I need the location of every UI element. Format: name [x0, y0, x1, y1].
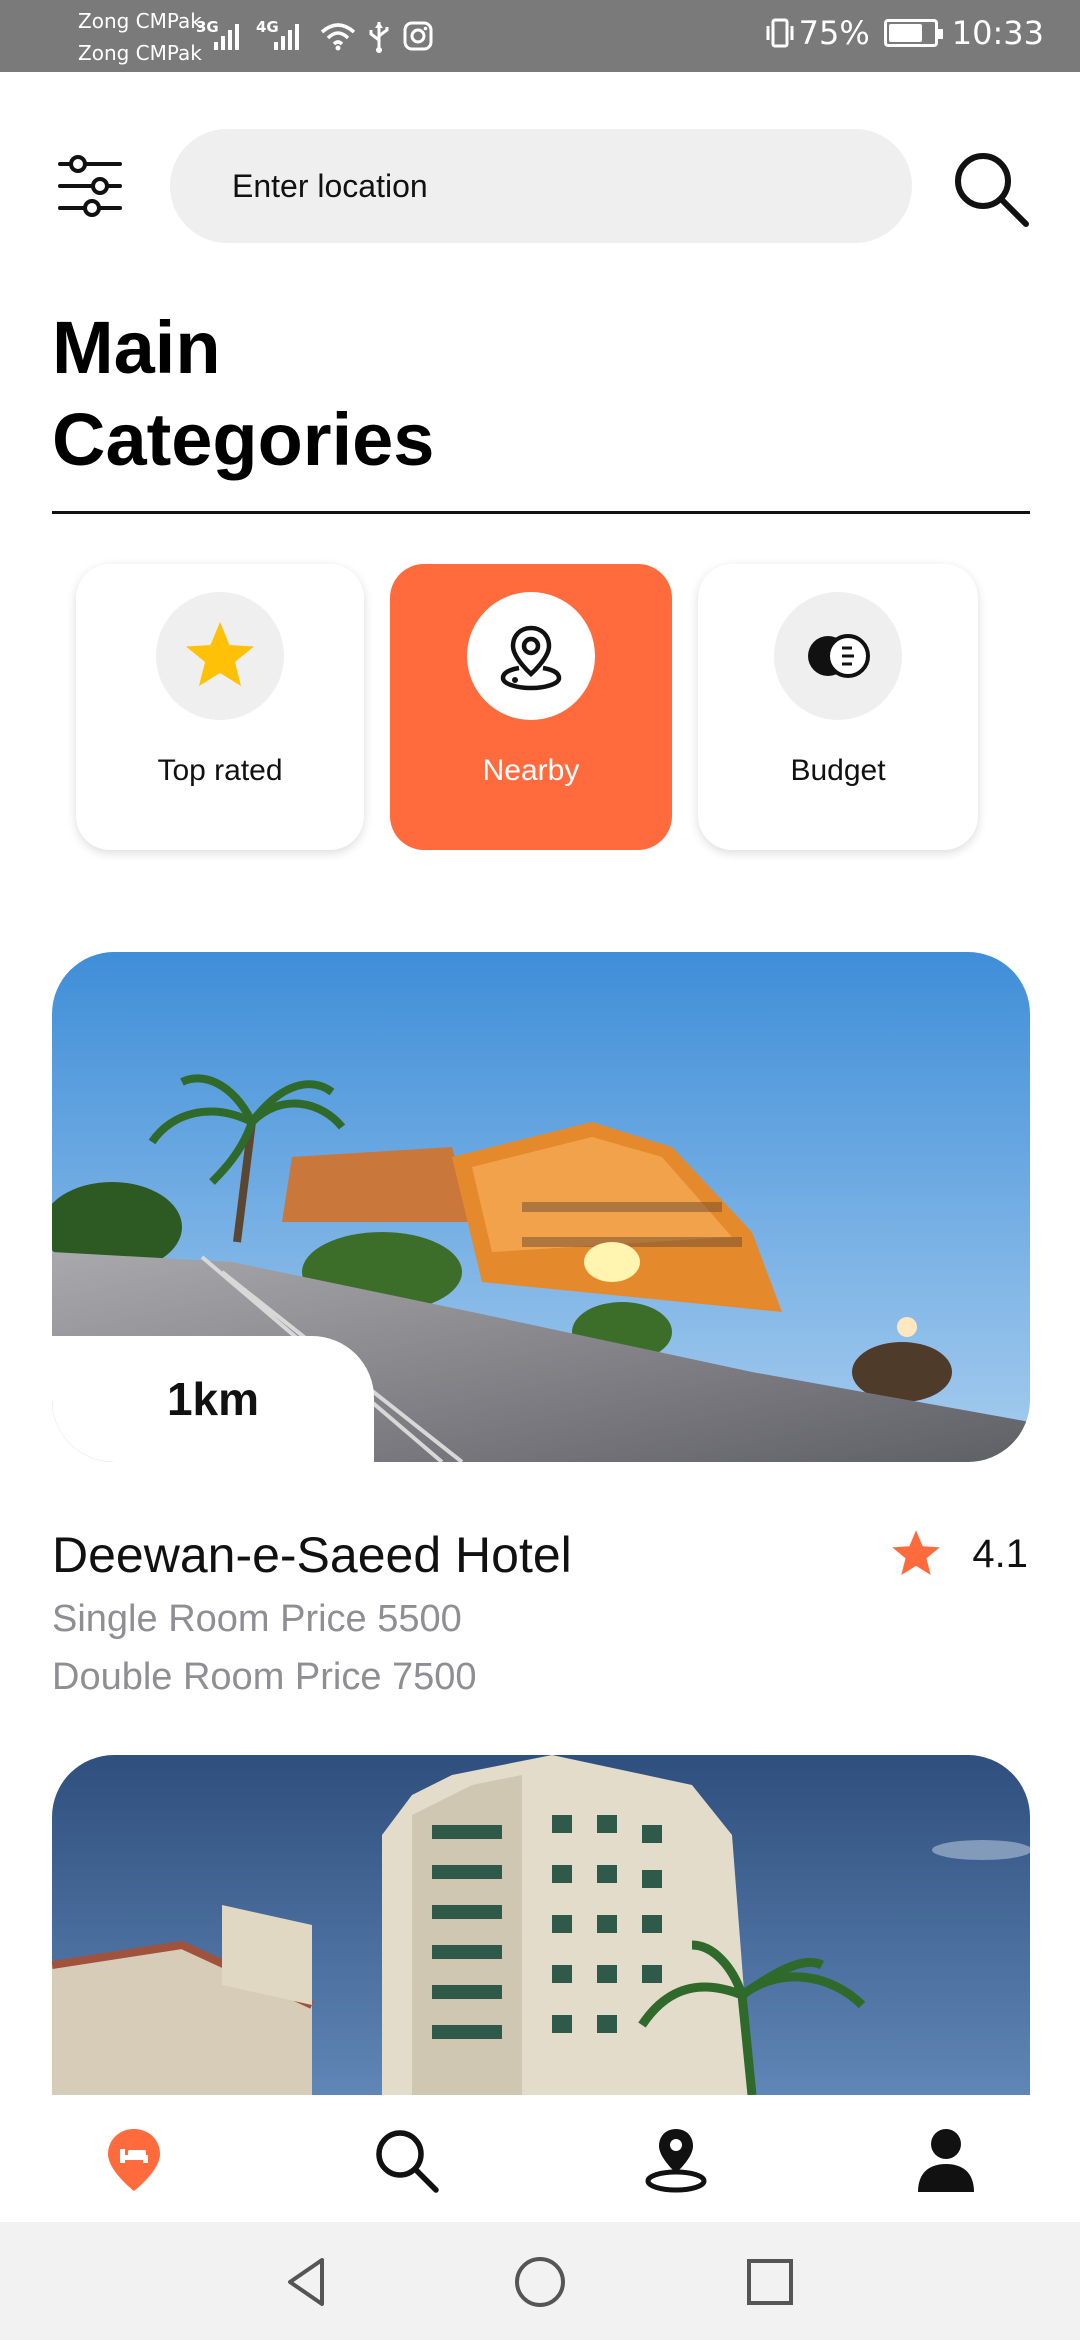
filter-icon[interactable]	[56, 152, 124, 220]
battery-percent: 75%	[798, 14, 870, 52]
rating-value: 4.1	[972, 1531, 1028, 1576]
clock: 10:33	[951, 14, 1044, 52]
hotel-rating: 4.1	[888, 1526, 1028, 1582]
divider	[52, 511, 1030, 514]
recents-icon[interactable]	[740, 2252, 800, 2312]
page-title-line-1: Main	[52, 306, 221, 389]
hotel-image	[52, 1755, 1030, 2095]
star-icon	[186, 622, 254, 686]
battery-icon	[883, 19, 943, 47]
app-screen: Zong CMPak Zong CMPak 3G 4G 75% 10:33 En…	[0, 0, 1080, 2340]
location-input[interactable]	[232, 167, 912, 205]
search-icon[interactable]	[950, 148, 1032, 230]
distance-badge: 1km	[52, 1336, 374, 1462]
star-icon	[892, 1530, 941, 1575]
category-top-rated[interactable]: Top rated	[76, 564, 364, 850]
signal-2-icon: 4G	[256, 18, 308, 52]
map-location-icon	[645, 2129, 707, 2193]
hotel-photo[interactable]	[52, 1755, 1030, 2095]
location-pin-icon	[500, 625, 562, 691]
category-label: Top rated	[157, 754, 283, 787]
vibrate-icon	[766, 18, 794, 48]
bottom-navigation	[0, 2098, 1080, 2222]
category-budget[interactable]: Budget	[698, 564, 978, 850]
signal-1-icon: 3G	[196, 18, 248, 52]
category-label: Budget	[790, 754, 886, 787]
coins-icon	[808, 634, 870, 678]
nav-hotels[interactable]	[94, 2120, 174, 2200]
hotel-name[interactable]: Deewan-e-Saeed Hotel	[52, 1526, 572, 1584]
page-title: Main Categories	[52, 302, 434, 486]
profile-icon	[918, 2129, 974, 2192]
category-icon-circle	[774, 592, 902, 720]
category-nearby[interactable]: Nearby	[390, 564, 672, 850]
carrier-1: Zong CMPak	[78, 9, 202, 33]
system-navigation-bar	[0, 2222, 1080, 2340]
category-icon-circle	[156, 592, 284, 720]
category-icon-circle	[467, 592, 595, 720]
category-label: Nearby	[482, 754, 580, 787]
home-icon[interactable]	[510, 2252, 570, 2312]
wifi-icon	[320, 23, 356, 51]
location-search-field[interactable]	[170, 129, 912, 243]
nav-profile[interactable]	[906, 2120, 986, 2200]
back-icon[interactable]	[278, 2252, 338, 2312]
nav-map[interactable]	[636, 2120, 716, 2200]
hotel-pin-icon	[108, 2129, 160, 2191]
nav-search[interactable]	[366, 2120, 446, 2200]
carrier-2: Zong CMPak	[78, 41, 202, 65]
single-room-price: Single Room Price 5500	[52, 1598, 462, 1640]
instagram-icon	[403, 21, 433, 51]
double-room-price: Double Room Price 7500	[52, 1656, 477, 1698]
page-title-line-2: Categories	[52, 398, 435, 481]
usb-icon	[369, 22, 389, 53]
search-icon	[376, 2130, 439, 2193]
status-right: 75% 10:33	[763, 14, 1044, 52]
status-bar: Zong CMPak Zong CMPak 3G 4G 75% 10:33	[0, 0, 1080, 72]
